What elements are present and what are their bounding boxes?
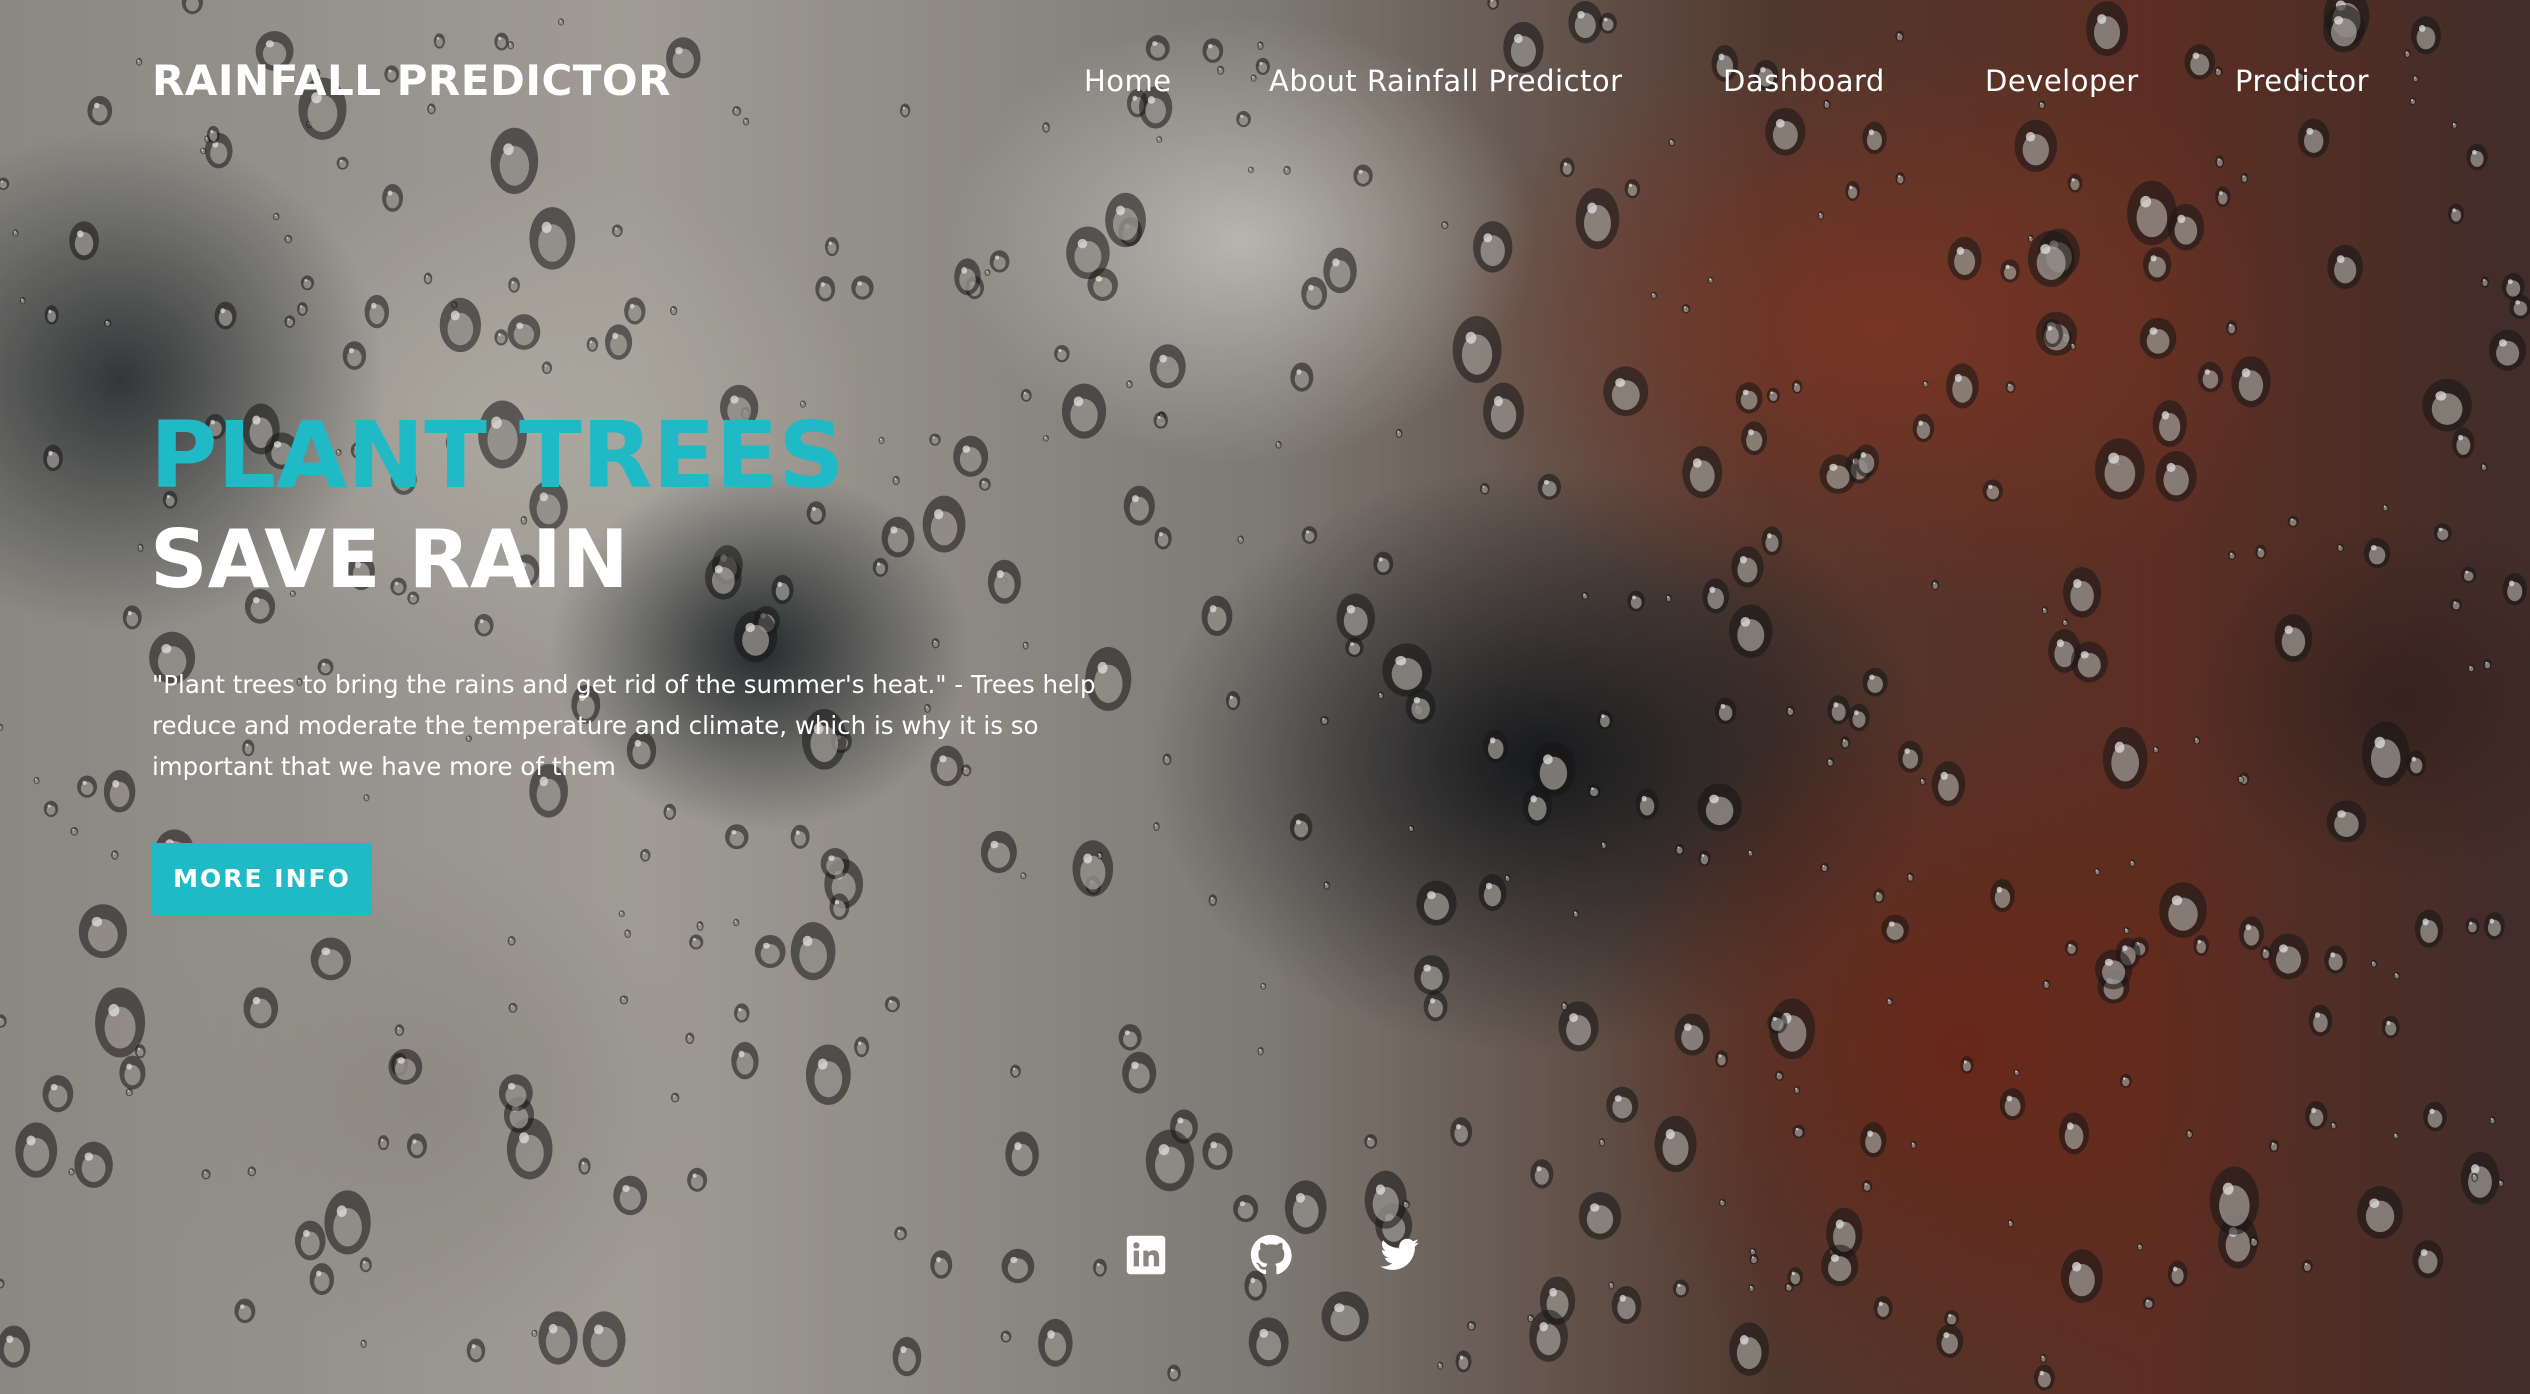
twitter-icon[interactable] [1378,1234,1420,1276]
hero-title: SAVE RAIN [150,513,629,606]
nav-link-about[interactable]: About Rainfall Predictor [1269,64,1623,98]
github-icon[interactable] [1250,1234,1292,1276]
hero-description: "Plant trees to bring the rains and get … [152,670,1096,781]
nav-link-home[interactable]: Home [1084,64,1172,98]
hero-title-accent: PLANT TREES [150,402,845,509]
nav-link-dashboard[interactable]: Dashboard [1723,64,1885,98]
nav-link-developer[interactable]: Developer [1985,64,2139,98]
more-info-button[interactable]: MORE INFO [152,843,372,915]
nav-link-predictor[interactable]: Predictor [2235,64,2369,98]
brand-logo[interactable]: RAINFALL PREDICTOR [152,56,671,105]
linkedin-icon[interactable] [1125,1234,1167,1276]
